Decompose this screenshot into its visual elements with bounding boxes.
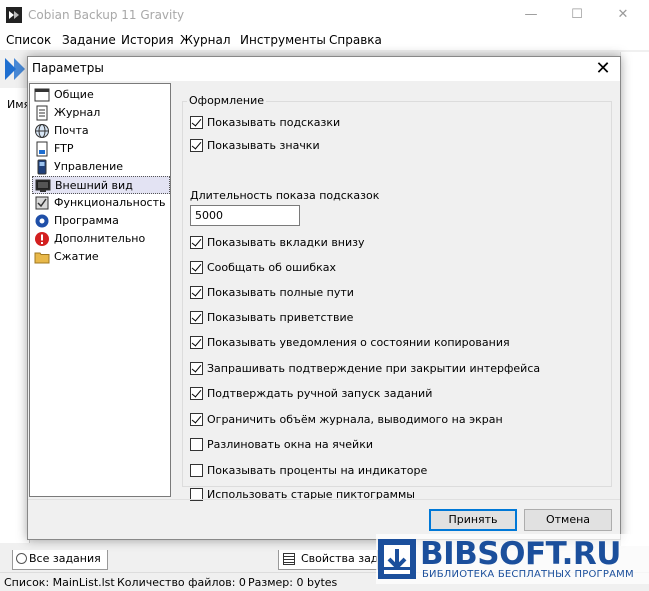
- settings-content: Оформление Показывать подсказки Показыва…: [174, 85, 620, 501]
- nav-item-program[interactable]: Программа: [32, 212, 170, 230]
- ok-button[interactable]: Принять: [429, 509, 517, 531]
- compression-folder-icon: [34, 252, 50, 264]
- menu-log[interactable]: Журнал: [180, 33, 231, 47]
- nav-item-advanced[interactable]: Дополнительно: [32, 230, 170, 248]
- watermark-subtitle: БИБЛИОТЕКА БЕСПЛАТНЫХ ПРОГРАММ: [422, 569, 634, 580]
- general-window-icon: [34, 88, 50, 102]
- nav-item-log[interactable]: Журнал: [32, 104, 170, 122]
- nav-item-appearance[interactable]: Внешний вид: [32, 176, 170, 194]
- footer-divider: [28, 499, 620, 500]
- title-bar: Cobian Backup 11 Gravity — ☐ ✕: [0, 0, 649, 30]
- checkbox[interactable]: [190, 116, 203, 129]
- close-window-button[interactable]: ✕: [600, 0, 646, 30]
- checkbox[interactable]: [190, 413, 203, 426]
- run-backup-icon[interactable]: [0, 52, 30, 86]
- menu-task[interactable]: Задание: [62, 33, 116, 47]
- settings-dialog: Параметры ✕ Общие Журнал Почта FTP Управ…: [27, 56, 621, 540]
- cancel-button[interactable]: Отмена: [524, 509, 612, 531]
- checkbox[interactable]: [190, 387, 203, 400]
- tooltip-duration-input[interactable]: [190, 205, 300, 226]
- checkbox[interactable]: [190, 336, 203, 349]
- log-document-icon: [36, 105, 48, 121]
- status-size: Размер: 0 bytes: [248, 576, 338, 589]
- functionality-icon: [35, 196, 49, 210]
- checkbox[interactable]: [190, 286, 203, 299]
- group-title: Оформление: [187, 94, 266, 107]
- all-tasks-icon: [16, 553, 27, 564]
- task-details-pane: [620, 52, 649, 547]
- menu-help[interactable]: Справка: [329, 33, 382, 47]
- settings-category-list: Общие Журнал Почта FTP Управление Внешни…: [29, 83, 171, 497]
- tab-task-properties-label: Свойства задания: [301, 552, 378, 565]
- cobian-app-icon: [6, 7, 22, 23]
- program-gear-icon: [35, 214, 49, 228]
- tab-task-properties[interactable]: Свойства задания: [278, 550, 378, 570]
- checkbox[interactable]: [190, 236, 203, 249]
- menu-history[interactable]: История: [121, 33, 174, 47]
- watermark-title: BIBSOFT.RU: [420, 536, 621, 572]
- checkbox[interactable]: [190, 438, 203, 451]
- nav-item-mail[interactable]: Почта: [32, 122, 170, 140]
- menu-tools[interactable]: Инструменты: [240, 33, 326, 47]
- nav-item-management[interactable]: Управление: [32, 158, 170, 176]
- tab-all-tasks-label: Все задания: [29, 552, 101, 565]
- minimize-button[interactable]: —: [508, 0, 554, 30]
- checkbox[interactable]: [190, 362, 203, 375]
- checkbox[interactable]: [190, 311, 203, 324]
- nav-item-ftp[interactable]: FTP: [32, 140, 170, 158]
- appearance-monitor-icon: [35, 179, 51, 192]
- nav-item-functionality[interactable]: Функциональность: [32, 194, 170, 212]
- mail-globe-icon: [35, 124, 49, 138]
- checkbox[interactable]: [190, 261, 203, 274]
- ftp-document-icon: [36, 141, 48, 157]
- dialog-title-bar: Параметры ✕: [28, 57, 620, 81]
- remote-control-icon: [37, 159, 47, 175]
- checkbox[interactable]: [190, 139, 203, 152]
- checkbox[interactable]: [190, 464, 203, 477]
- nav-item-compression[interactable]: Сжатие: [32, 248, 170, 266]
- nav-item-general[interactable]: Общие: [32, 86, 170, 104]
- task-list-pane[interactable]: [0, 88, 30, 543]
- dialog-close-button[interactable]: ✕: [592, 57, 614, 81]
- bibsoft-watermark: BIBSOFT.RU БИБЛИОТЕКА БЕСПЛАТНЫХ ПРОГРАМ…: [376, 534, 649, 584]
- download-arrow-logo: [378, 539, 416, 579]
- menu-bar: Список Задание История Журнал Инструмент…: [0, 30, 649, 50]
- maximize-button[interactable]: ☐: [554, 0, 600, 30]
- dialog-title: Параметры: [32, 61, 104, 75]
- status-file-count: Количество файлов: 0: [117, 576, 246, 589]
- window-title: Cobian Backup 11 Gravity: [28, 8, 185, 22]
- tab-all-tasks[interactable]: Все задания: [12, 550, 108, 570]
- status-list: Список: MainList.lst: [4, 576, 115, 589]
- tooltip-duration-label: Длительность показа подсказок: [190, 189, 380, 202]
- properties-list-icon: [283, 553, 295, 565]
- menu-list[interactable]: Список: [6, 33, 51, 47]
- advanced-warning-icon: [35, 232, 49, 246]
